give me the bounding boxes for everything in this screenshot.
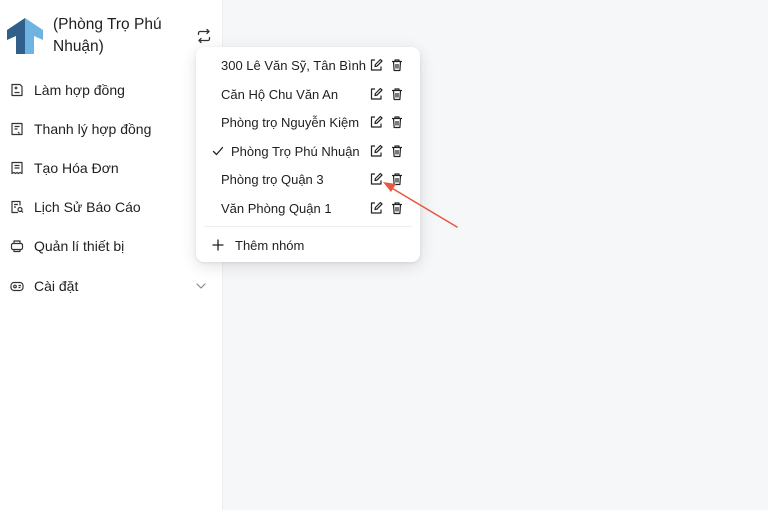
edit-icon[interactable] bbox=[369, 144, 383, 158]
plus-icon bbox=[212, 239, 224, 251]
check-icon bbox=[212, 146, 224, 155]
group-item-selected[interactable]: Phòng Trọ Phú Nhuận bbox=[196, 137, 420, 166]
group-list: 300 Lê Văn Sỹ, Tân Bình Căn Hộ Chu Văn A… bbox=[196, 51, 420, 223]
group-name: Căn Hộ Chu Văn An bbox=[221, 86, 339, 102]
sidebar: (Phòng Trọ Phú Nhuận) Làm hợp đồng Thanh… bbox=[0, 0, 223, 510]
edit-icon[interactable] bbox=[369, 172, 383, 186]
add-group-label: Thêm nhóm bbox=[235, 237, 305, 253]
edit-icon[interactable] bbox=[369, 87, 383, 101]
sidebar-item-tao-hoa-don[interactable]: Tạo Hóa Đơn bbox=[0, 148, 222, 187]
edit-icon[interactable] bbox=[369, 201, 383, 215]
group-item[interactable]: Căn Hộ Chu Văn An bbox=[196, 80, 420, 109]
sidebar-item-lich-su-bao-cao[interactable]: Lịch Sử Báo Cáo bbox=[0, 188, 222, 227]
group-name: 300 Lê Văn Sỹ, Tân Bình bbox=[221, 58, 367, 73]
sidebar-item-cai-dat[interactable]: Cài đặt bbox=[0, 266, 222, 305]
sidebar-item-label: Làm hợp đồng bbox=[34, 81, 125, 98]
group-name: Phòng Trọ Phú Nhuận bbox=[231, 143, 360, 159]
edit-icon[interactable] bbox=[369, 115, 383, 129]
contract-icon bbox=[9, 82, 25, 98]
chevron-down-icon[interactable] bbox=[194, 279, 208, 293]
switch-icon bbox=[197, 28, 211, 44]
settings-icon bbox=[9, 278, 25, 294]
switch-group-button[interactable] bbox=[192, 24, 216, 48]
sidebar-menu: Làm hợp đồng Thanh lý hợp đồng Tạo Hóa Đ… bbox=[0, 70, 222, 305]
sidebar-item-label: Cài đặt bbox=[34, 277, 79, 294]
sidebar-item-label: Quản lí thiết bị bbox=[34, 238, 125, 255]
invoice-icon bbox=[9, 160, 25, 176]
trash-icon[interactable] bbox=[390, 58, 404, 72]
trash-icon[interactable] bbox=[390, 115, 404, 129]
brand-title: (Phòng Trọ Phú Nhuận) bbox=[53, 16, 162, 55]
group-item[interactable]: Phòng trọ Quận 3 bbox=[196, 165, 420, 194]
dropdown-divider bbox=[204, 226, 412, 227]
logo-icon bbox=[7, 18, 43, 54]
group-name: Phòng trọ Nguyễn Kiệm bbox=[221, 115, 360, 131]
group-name: Phòng trọ Quận 3 bbox=[221, 172, 324, 188]
sidebar-item-thanh-ly-hop-dong[interactable]: Thanh lý hợp đồng bbox=[0, 109, 222, 148]
trash-icon[interactable] bbox=[390, 172, 404, 186]
trash-icon[interactable] bbox=[390, 144, 404, 158]
sidebar-item-label: Tạo Hóa Đơn bbox=[34, 159, 119, 176]
report-search-icon bbox=[9, 199, 25, 215]
sidebar-item-quan-li-thiet-bi[interactable]: Quản lí thiết bị bbox=[0, 227, 222, 266]
sidebar-item-label: Thanh lý hợp đồng bbox=[34, 120, 152, 137]
brand: (Phòng Trọ Phú Nhuận) bbox=[6, 14, 218, 62]
sidebar-item-lam-hop-dong[interactable]: Làm hợp đồng bbox=[0, 70, 222, 109]
group-item[interactable]: Văn Phòng Quận 1 bbox=[196, 194, 420, 223]
document-icon bbox=[9, 121, 25, 137]
sidebar-item-label: Lịch Sử Báo Cáo bbox=[34, 199, 141, 216]
edit-icon[interactable] bbox=[369, 58, 383, 72]
group-name: Văn Phòng Quận 1 bbox=[221, 200, 332, 216]
trash-icon[interactable] bbox=[390, 201, 404, 215]
add-group-button[interactable]: Thêm nhóm bbox=[212, 235, 304, 255]
device-icon bbox=[9, 238, 25, 254]
group-item[interactable]: Phòng trọ Nguyễn Kiệm bbox=[196, 108, 420, 137]
group-dropdown: 300 Lê Văn Sỹ, Tân Bình Căn Hộ Chu Văn A… bbox=[196, 47, 420, 262]
group-item[interactable]: 300 Lê Văn Sỹ, Tân Bình bbox=[196, 51, 420, 80]
trash-icon[interactable] bbox=[390, 87, 404, 101]
